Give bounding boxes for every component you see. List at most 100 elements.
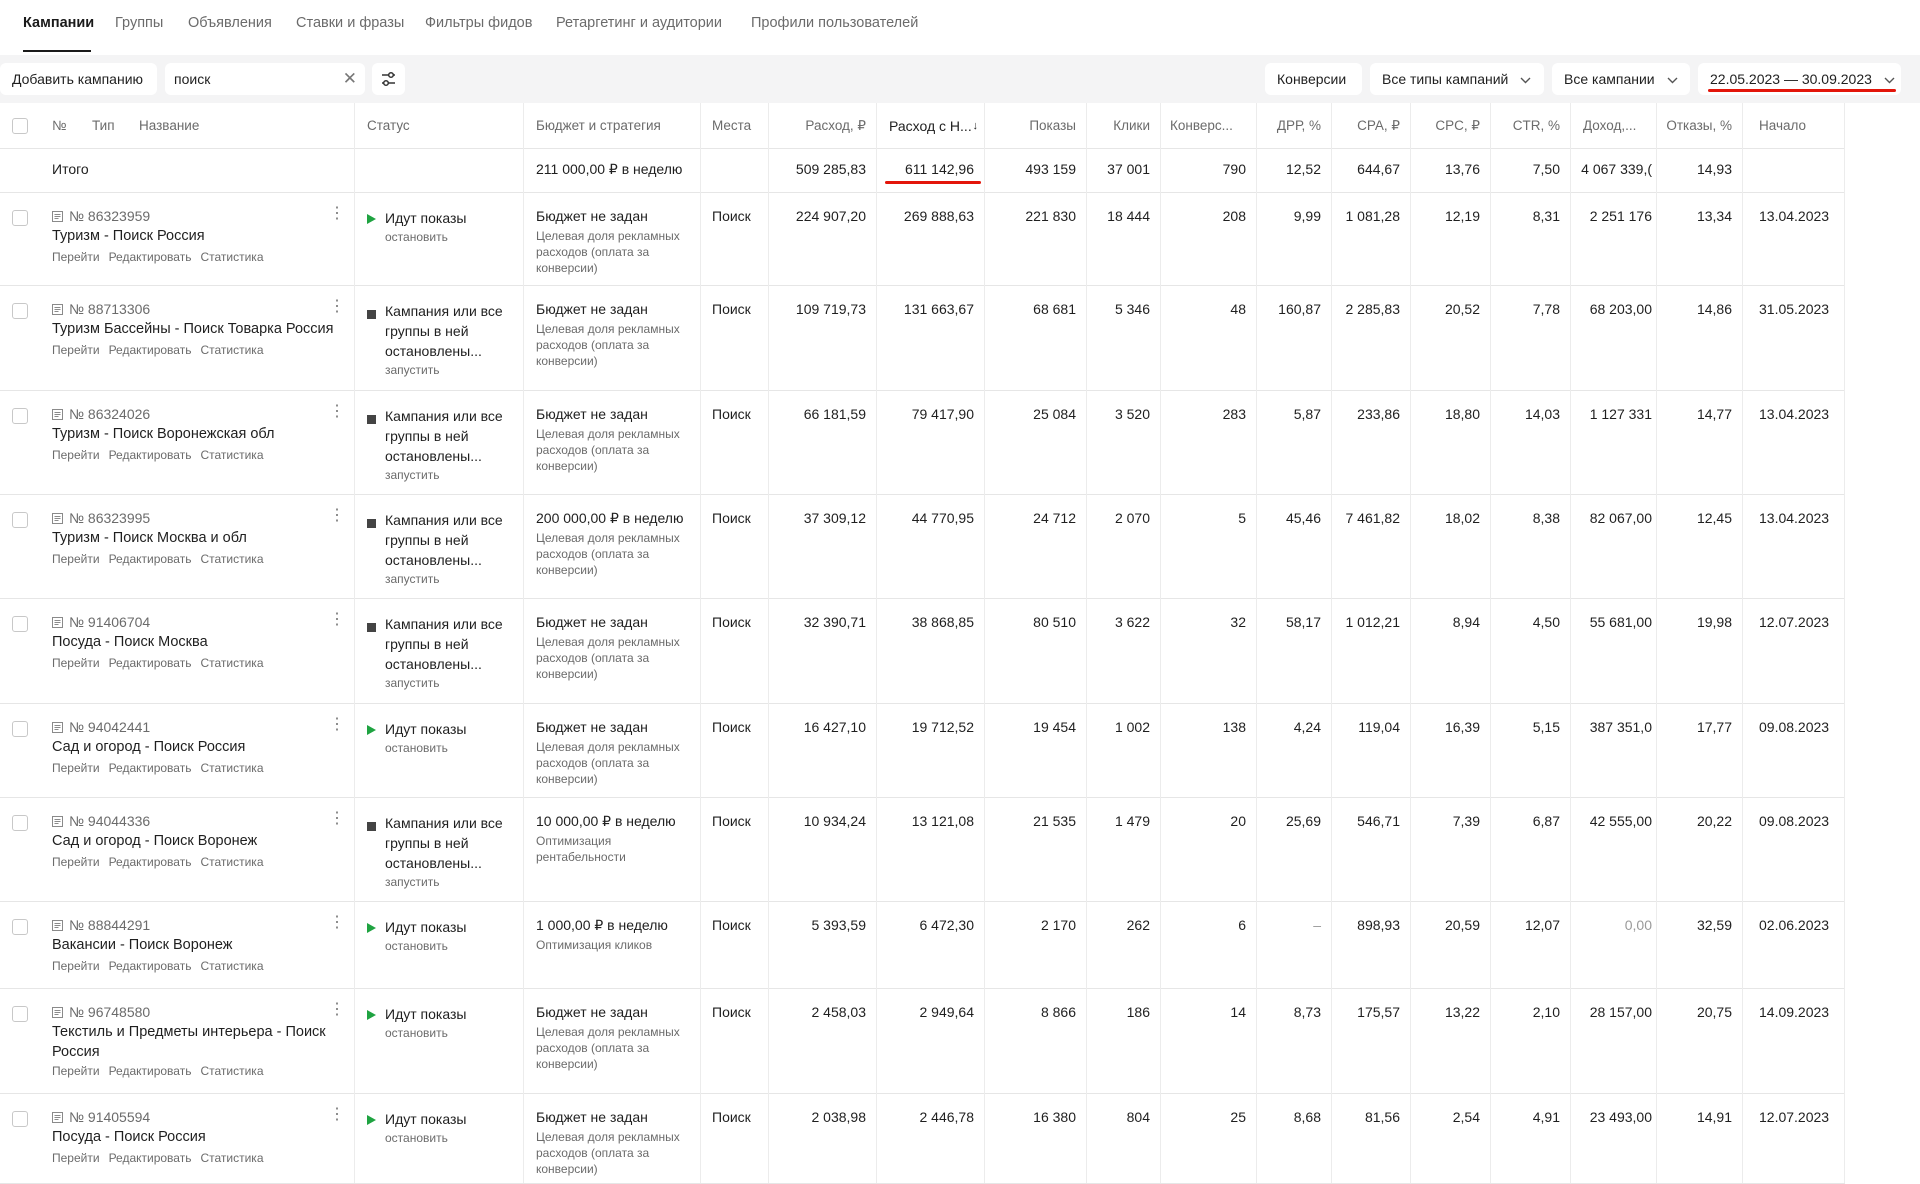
stats-link[interactable]: Статистика	[200, 250, 263, 264]
stop-campaign-link[interactable]: остановить	[385, 939, 448, 953]
row-checkbox[interactable]	[12, 1006, 28, 1022]
edit-link[interactable]: Редактировать	[109, 343, 192, 357]
stop-campaign-link[interactable]: остановить	[385, 1131, 448, 1145]
tab-groups[interactable]: Группы	[115, 15, 163, 31]
campaign-name[interactable]: Туризм - Поиск Воронежская обл	[52, 424, 342, 444]
go-link[interactable]: Перейти	[52, 855, 100, 869]
row-checkbox[interactable]	[12, 919, 28, 935]
sort-desc-icon[interactable]: ↓	[973, 120, 979, 132]
campaign-name[interactable]: Посуда - Поиск Россия	[52, 1127, 342, 1147]
more-actions-icon[interactable]: ⋮	[329, 717, 345, 733]
tab-retargeting[interactable]: Ретаргетинг и аудитории	[556, 15, 722, 31]
campaign-id[interactable]: № 88713306	[69, 301, 150, 317]
header-spend[interactable]: Расход, ₽	[805, 118, 866, 134]
row-checkbox[interactable]	[12, 616, 28, 632]
stats-link[interactable]: Статистика	[200, 343, 263, 357]
stats-link[interactable]: Статистика	[200, 656, 263, 670]
more-actions-icon[interactable]: ⋮	[329, 404, 345, 420]
header-cpa[interactable]: CPA, ₽	[1357, 118, 1400, 134]
campaign-name[interactable]: Туризм Бассейны - Поиск Товарка Россия	[52, 319, 342, 339]
header-clicks[interactable]: Клики	[1113, 118, 1150, 133]
header-cpc[interactable]: CPC, ₽	[1435, 118, 1480, 134]
search-input[interactable]	[174, 71, 334, 87]
edit-link[interactable]: Редактировать	[109, 959, 192, 973]
stop-campaign-link[interactable]: остановить	[385, 230, 448, 244]
campaign-name[interactable]: Вакансии - Поиск Воронеж	[52, 935, 342, 955]
go-link[interactable]: Перейти	[52, 448, 100, 462]
header-drr[interactable]: ДРР, %	[1277, 118, 1321, 133]
row-checkbox[interactable]	[12, 1111, 28, 1127]
go-link[interactable]: Перейти	[52, 959, 100, 973]
add-campaign-button[interactable]: Добавить кампанию	[0, 63, 157, 95]
go-link[interactable]: Перейти	[52, 250, 100, 264]
edit-link[interactable]: Редактировать	[109, 250, 192, 264]
go-link[interactable]: Перейти	[52, 1064, 100, 1078]
tab-campaigns[interactable]: Кампании	[23, 15, 94, 31]
more-actions-icon[interactable]: ⋮	[329, 508, 345, 524]
start-campaign-link[interactable]: запустить	[385, 676, 440, 690]
stats-link[interactable]: Статистика	[200, 448, 263, 462]
tab-ads[interactable]: Объявления	[188, 15, 272, 31]
stats-link[interactable]: Статистика	[200, 855, 263, 869]
campaign-name[interactable]: Посуда - Поиск Москва	[52, 632, 342, 652]
clear-search-icon[interactable]: ✕	[343, 69, 357, 89]
header-status[interactable]: Статус	[367, 118, 410, 133]
campaign-types-select[interactable]: Все типы кампаний	[1370, 63, 1544, 95]
edit-link[interactable]: Редактировать	[109, 552, 192, 566]
stats-link[interactable]: Статистика	[200, 761, 263, 775]
campaign-name[interactable]: Туризм - Поиск Москва и обл	[52, 528, 342, 548]
tab-feed-filters[interactable]: Фильтры фидов	[425, 15, 532, 31]
header-budget[interactable]: Бюджет и стратегия	[536, 118, 661, 133]
more-actions-icon[interactable]: ⋮	[329, 206, 345, 222]
campaign-id[interactable]: № 86323995	[69, 510, 150, 526]
header-spend-vat[interactable]: Расход с Н...	[889, 118, 972, 134]
go-link[interactable]: Перейти	[52, 552, 100, 566]
tab-bids-phrases[interactable]: Ставки и фразы	[296, 15, 404, 31]
edit-link[interactable]: Редактировать	[109, 656, 192, 670]
row-checkbox[interactable]	[12, 512, 28, 528]
stats-link[interactable]: Статистика	[200, 959, 263, 973]
stats-link[interactable]: Статистика	[200, 1151, 263, 1165]
campaign-name[interactable]: Сад и огород - Поиск Воронеж	[52, 831, 342, 851]
campaign-id[interactable]: № 86324026	[69, 406, 150, 422]
more-actions-icon[interactable]: ⋮	[329, 811, 345, 827]
campaign-id[interactable]: № 91406704	[69, 614, 150, 630]
header-start[interactable]: Начало	[1759, 118, 1806, 133]
header-ctr[interactable]: CTR, %	[1513, 118, 1560, 133]
conversions-button[interactable]: Конверсии	[1265, 63, 1362, 95]
edit-link[interactable]: Редактировать	[109, 1064, 192, 1078]
row-checkbox[interactable]	[12, 210, 28, 226]
more-actions-icon[interactable]: ⋮	[329, 299, 345, 315]
stop-campaign-link[interactable]: остановить	[385, 1026, 448, 1040]
filter-settings-button[interactable]	[372, 63, 405, 95]
header-name[interactable]: Название	[139, 118, 199, 133]
header-impressions[interactable]: Показы	[1029, 118, 1076, 133]
stats-link[interactable]: Статистика	[200, 552, 263, 566]
campaign-name[interactable]: Текстиль и Предметы интерьера - Поиск Ро…	[52, 1022, 342, 1062]
header-conversions[interactable]: Конверс...	[1170, 118, 1233, 133]
go-link[interactable]: Перейти	[52, 1151, 100, 1165]
all-campaigns-select[interactable]: Все кампании	[1552, 63, 1690, 95]
more-actions-icon[interactable]: ⋮	[329, 612, 345, 628]
campaign-id[interactable]: № 88844291	[69, 917, 150, 933]
tab-user-profiles[interactable]: Профили пользователей	[751, 15, 918, 31]
campaign-id[interactable]: № 94044336	[69, 813, 150, 829]
start-campaign-link[interactable]: запустить	[385, 468, 440, 482]
edit-link[interactable]: Редактировать	[109, 1151, 192, 1165]
row-checkbox[interactable]	[12, 303, 28, 319]
row-checkbox[interactable]	[12, 721, 28, 737]
row-checkbox[interactable]	[12, 408, 28, 424]
header-places[interactable]: Места	[712, 118, 751, 133]
campaign-id[interactable]: № 94042441	[69, 719, 150, 735]
more-actions-icon[interactable]: ⋮	[329, 1002, 345, 1018]
header-type[interactable]: Тип	[92, 118, 115, 133]
edit-link[interactable]: Редактировать	[109, 761, 192, 775]
start-campaign-link[interactable]: запустить	[385, 875, 440, 889]
go-link[interactable]: Перейти	[52, 656, 100, 670]
campaign-id[interactable]: № 86323959	[69, 208, 150, 224]
stats-link[interactable]: Статистика	[200, 1064, 263, 1078]
stop-campaign-link[interactable]: остановить	[385, 741, 448, 755]
go-link[interactable]: Перейти	[52, 343, 100, 357]
start-campaign-link[interactable]: запустить	[385, 363, 440, 377]
header-num[interactable]: №	[52, 118, 66, 133]
